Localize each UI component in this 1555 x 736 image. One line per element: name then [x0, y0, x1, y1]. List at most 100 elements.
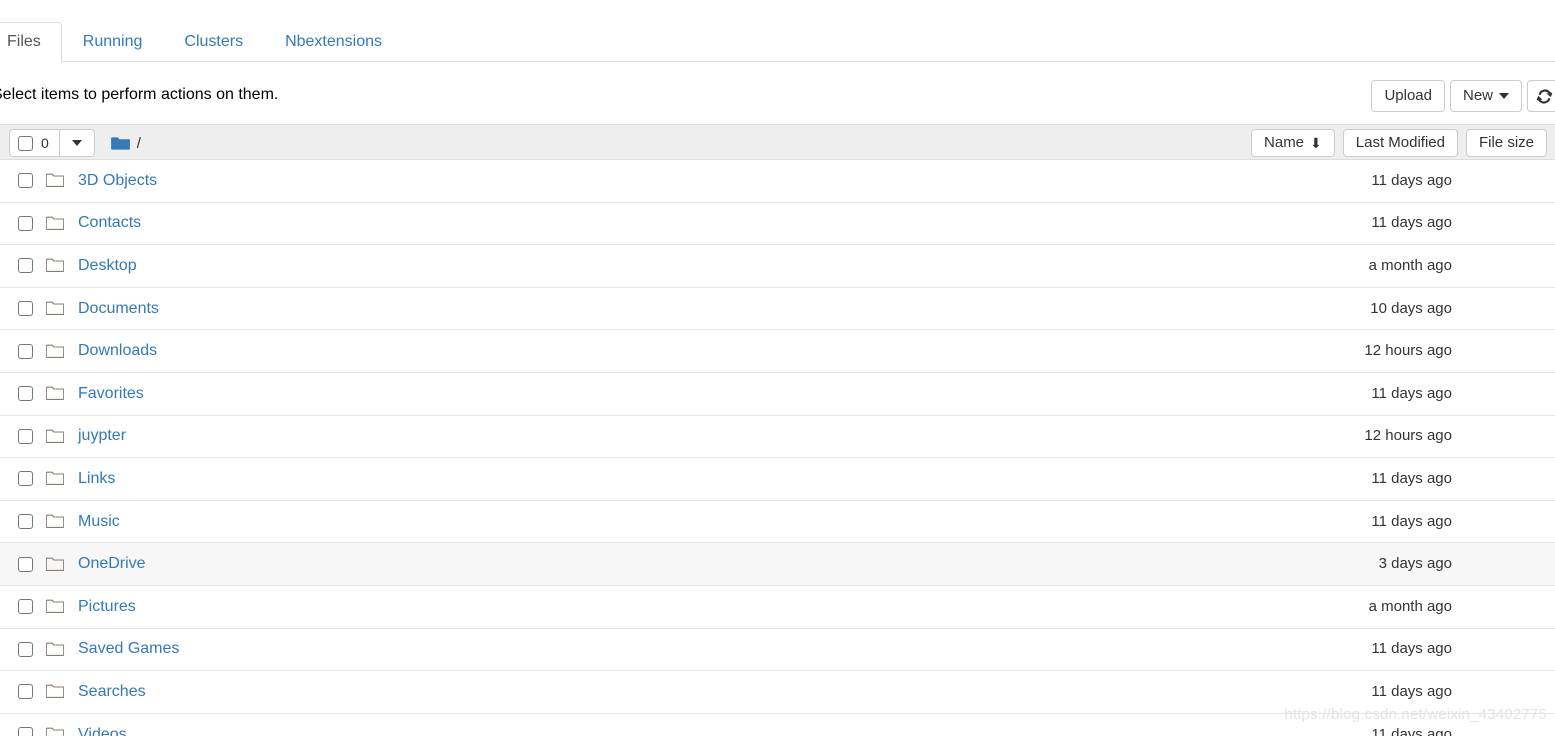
tab-running[interactable]: Running — [62, 22, 164, 63]
row-checkbox[interactable] — [18, 641, 33, 657]
sort-by-name-button[interactable]: Name ⬇ — [1251, 129, 1335, 157]
file-list-toolbar: 0 / Name ⬇ Last Modified File size — [0, 124, 1555, 160]
select-all-button[interactable]: 0 — [9, 129, 60, 157]
folder-icon — [46, 685, 64, 699]
file-name-link[interactable]: OneDrive — [70, 554, 146, 574]
folder-icon — [46, 514, 64, 528]
folder-icon — [46, 259, 64, 273]
file-modified-time: 11 days ago — [1371, 640, 1452, 658]
row-icon-cell — [44, 684, 70, 699]
file-modified-time: 11 days ago — [1371, 682, 1452, 700]
upload-button[interactable]: Upload — [1371, 80, 1445, 112]
row-checkbox[interactable] — [18, 684, 33, 700]
file-modified-time: 11 days ago — [1371, 384, 1452, 402]
row-checkbox[interactable] — [18, 386, 33, 402]
file-row[interactable]: Documents 10 days ago — [0, 287, 1555, 331]
file-name-link[interactable]: Downloads — [70, 341, 157, 361]
row-checkbox[interactable] — [18, 173, 33, 189]
row-checkbox-cell — [0, 556, 44, 572]
file-row[interactable]: Favorites 11 days ago — [0, 372, 1555, 416]
tab-item-clusters[interactable]: Clusters — [163, 22, 264, 62]
sort-by-file-size-button[interactable]: File size — [1465, 129, 1547, 157]
tab-item-running[interactable]: Running — [62, 22, 164, 62]
row-checkbox-cell — [0, 684, 44, 700]
file-name-link[interactable]: Desktop — [70, 256, 137, 276]
file-name-link[interactable]: Favorites — [70, 384, 144, 404]
new-dropdown-label: New — [1462, 87, 1493, 104]
row-checkbox[interactable] — [18, 343, 33, 359]
tab-files[interactable]: Files — [0, 22, 62, 63]
row-icon-cell — [44, 301, 70, 316]
file-modified-time: 11 days ago — [1371, 469, 1452, 487]
tab-item-nbextensions[interactable]: Nbextensions — [264, 22, 403, 62]
folder-icon — [46, 429, 64, 443]
row-checkbox-cell — [0, 343, 44, 359]
selection-dropdown-button[interactable] — [59, 129, 95, 157]
file-name-link[interactable]: juypter — [70, 426, 126, 446]
action-buttons-group: Upload New — [1371, 80, 1555, 112]
tab-clusters[interactable]: Clusters — [163, 22, 264, 63]
file-name-link[interactable]: Saved Games — [70, 639, 179, 659]
chevron-down-icon — [1499, 93, 1509, 99]
row-icon-cell — [44, 258, 70, 273]
file-modified-time: a month ago — [1368, 597, 1452, 615]
folder-icon — [46, 557, 64, 571]
refresh-button[interactable] — [1527, 80, 1555, 112]
file-name-link[interactable]: 3D Objects — [70, 171, 157, 191]
file-name-link[interactable]: Music — [70, 512, 120, 532]
tab-nbextensions[interactable]: Nbextensions — [264, 22, 403, 63]
file-row[interactable]: Saved Games 11 days ago — [0, 628, 1555, 672]
row-checkbox[interactable] — [18, 471, 33, 487]
file-row[interactable]: Desktop a month ago — [0, 245, 1555, 288]
file-name-link[interactable]: Pictures — [70, 597, 136, 617]
row-checkbox[interactable] — [18, 215, 33, 231]
folder-icon — [46, 642, 64, 656]
file-row[interactable]: 3D Objects 11 days ago — [0, 160, 1555, 203]
select-all-group: 0 — [9, 129, 95, 157]
file-name-link[interactable]: Videos — [70, 725, 127, 736]
file-modified-time: 11 days ago — [1371, 725, 1452, 736]
row-checkbox[interactable] — [18, 258, 33, 274]
tab-item-files[interactable]: Files — [0, 22, 62, 63]
row-checkbox-cell — [0, 428, 44, 444]
row-icon-cell — [44, 514, 70, 529]
action-bar: Select items to perform actions on them.… — [0, 80, 1555, 114]
file-row[interactable]: Links 11 days ago — [0, 458, 1555, 501]
row-checkbox[interactable] — [18, 301, 33, 317]
file-row[interactable]: Pictures a month ago — [0, 585, 1555, 629]
file-row[interactable]: juypter 12 hours ago — [0, 415, 1555, 459]
file-list: 3D Objects 11 days ago Contacts 11 days ago… — [0, 160, 1555, 736]
file-name-link[interactable]: Contacts — [70, 213, 141, 233]
row-checkbox-cell — [0, 514, 44, 530]
sort-by-last-modified-button[interactable]: Last Modified — [1342, 129, 1458, 157]
file-name-link[interactable]: Documents — [70, 299, 159, 319]
file-row[interactable]: Videos 11 days ago — [0, 713, 1555, 736]
file-row[interactable]: Downloads 12 hours ago — [0, 330, 1555, 373]
row-checkbox[interactable] — [18, 727, 33, 736]
file-row[interactable]: Music 11 days ago — [0, 500, 1555, 544]
row-checkbox[interactable] — [18, 428, 33, 444]
sort-buttons-group: Name ⬇ Last Modified File size — [1251, 129, 1547, 157]
toolbar-left-group: 0 / — [9, 129, 141, 157]
row-checkbox[interactable] — [18, 599, 33, 615]
breadcrumb-root-path[interactable]: / — [137, 135, 141, 152]
folder-icon[interactable] — [110, 136, 130, 151]
row-icon-cell — [44, 386, 70, 401]
file-name-link[interactable]: Links — [70, 469, 115, 489]
row-icon-cell — [44, 642, 70, 657]
folder-icon — [46, 727, 64, 736]
select-all-checkbox[interactable] — [18, 135, 33, 151]
row-checkbox[interactable] — [18, 556, 33, 572]
file-name-link[interactable]: Searches — [70, 682, 146, 702]
folder-icon — [46, 344, 64, 358]
folder-icon — [46, 216, 64, 230]
file-row[interactable]: Searches 11 days ago — [0, 671, 1555, 714]
row-checkbox[interactable] — [18, 514, 33, 530]
file-modified-time: 11 days ago — [1371, 171, 1452, 189]
file-modified-time: 11 days ago — [1371, 214, 1452, 232]
row-icon-cell — [44, 216, 70, 231]
file-row[interactable]: Contacts 11 days ago — [0, 202, 1555, 246]
file-row[interactable]: OneDrive 3 days ago — [0, 543, 1555, 586]
new-dropdown-button[interactable]: New — [1449, 80, 1522, 112]
row-checkbox-cell — [0, 173, 44, 189]
